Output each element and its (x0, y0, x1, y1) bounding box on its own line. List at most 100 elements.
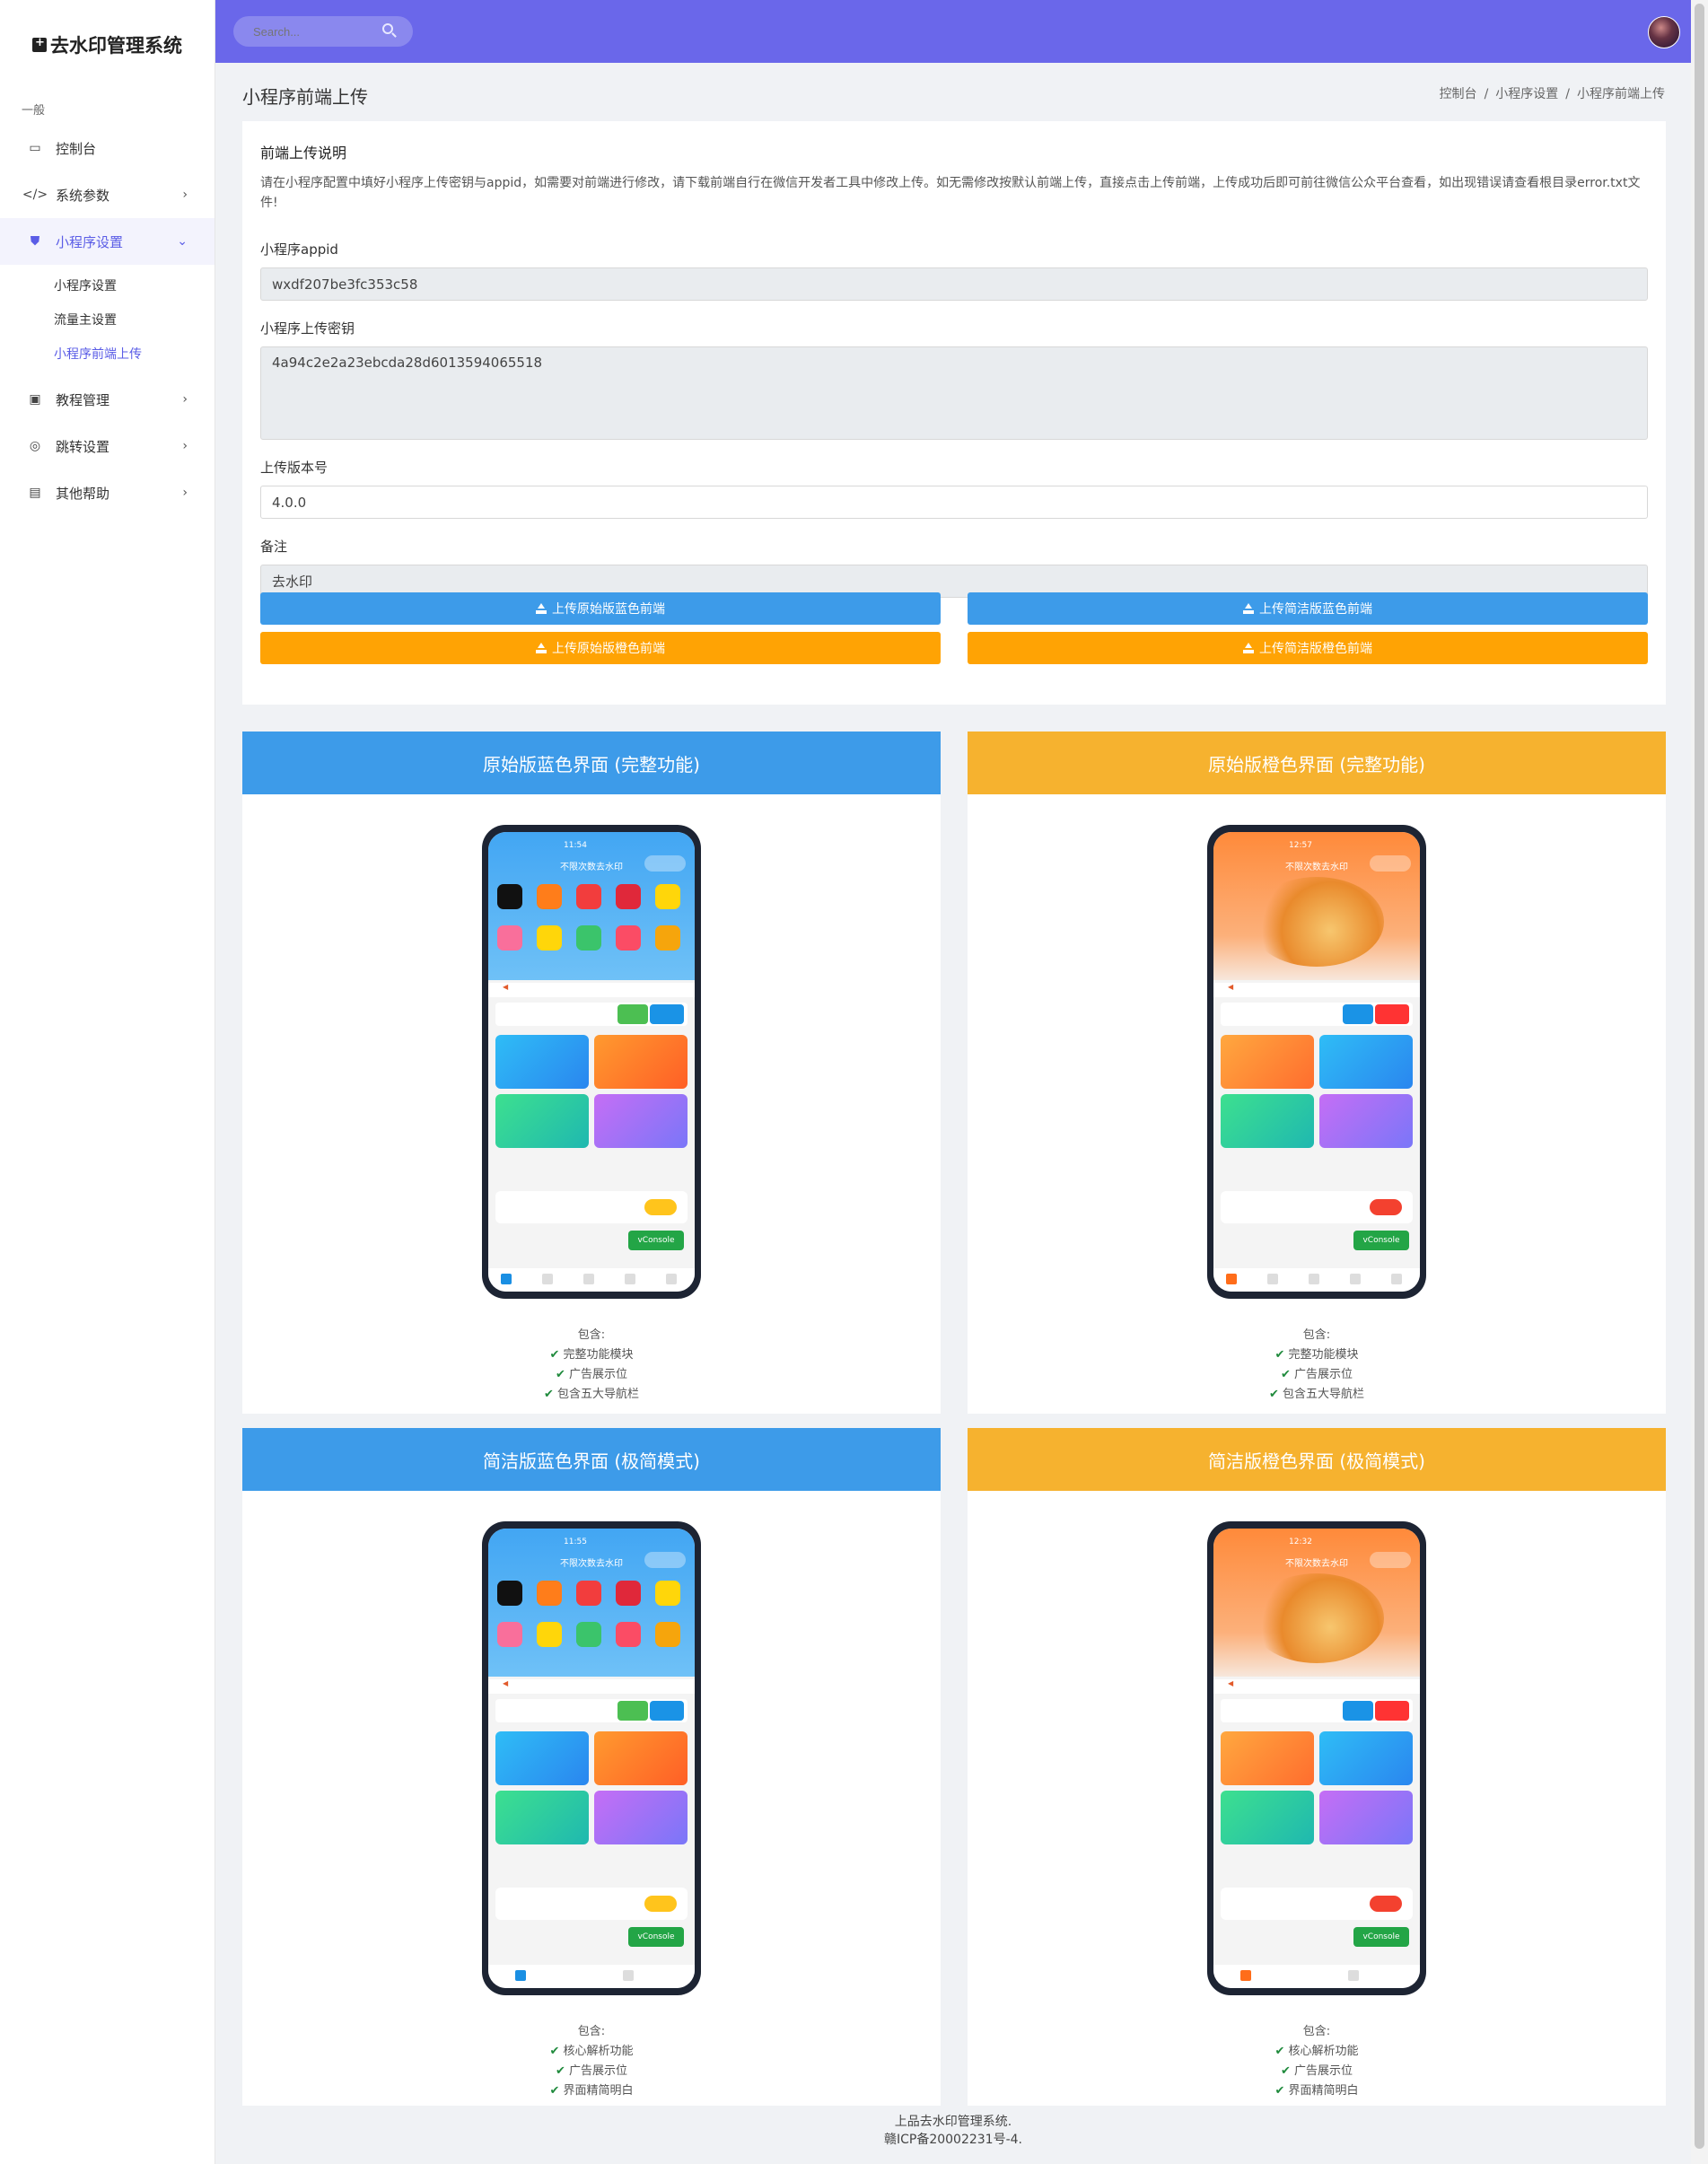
share-button (644, 1199, 677, 1215)
upload-icon (536, 603, 547, 614)
vconsole-button: vConsole (628, 1927, 684, 1947)
tab-bar (1213, 1965, 1420, 1988)
upload-simple-orange-button[interactable]: 上传简洁版橙色前端 (968, 632, 1648, 664)
vconsole-button: vConsole (628, 1231, 684, 1250)
check-icon: ✔ (544, 1388, 554, 1401)
preview-title: 原始版橙色界面 (完整功能) (968, 732, 1666, 794)
link-input-bar (1221, 1699, 1413, 1722)
menu-group-label: 一般 (22, 104, 46, 118)
feature-tiles (1221, 1731, 1413, 1844)
share-button (1370, 1199, 1402, 1215)
capsule-menu-icon (1370, 1552, 1411, 1568)
search-icon[interactable] (382, 23, 393, 34)
sidebar-item-label: 系统参数 (56, 187, 110, 204)
feature-tiles (495, 1035, 688, 1148)
sidebar-item-other-help[interactable]: ▤ 其他帮助 › (0, 469, 215, 516)
preview-body: 11:54 不限次数去水印 ◀ vConsole 包含: ✔ 完整功能模块 ✔ 广告展示… (242, 794, 941, 1414)
ad-banner: ◀ (488, 1679, 695, 1694)
link-input-bar (1221, 1003, 1413, 1026)
brand[interactable]: 去水印管理系统 (0, 0, 215, 90)
includes-label: 包含: (1302, 2025, 1331, 2038)
submenu-item-traffic-settings[interactable]: 流量主设置 (0, 302, 215, 337)
vconsole-button: vConsole (1353, 1231, 1409, 1250)
preview-card: 原始版蓝色界面 (完整功能) 11:54 不限次数去水印 ◀ vConsole (242, 732, 941, 1414)
version-label: 上传版本号 (260, 460, 328, 476)
submenu-item-frontend-upload[interactable]: 小程序前端上传 (0, 337, 215, 371)
parse-button (1375, 1004, 1409, 1024)
sidebar-item-redirect-settings[interactable]: ◎ 跳转设置 › (0, 423, 215, 469)
link-input-bar (495, 1699, 688, 1722)
breadcrumb-item-current: 小程序前端上传 (1577, 87, 1665, 101)
footer: 上品去水印管理系统. 赣ICP备20002231号-4. (215, 2106, 1691, 2164)
avatar[interactable] (1648, 16, 1680, 48)
breadcrumb: 控制台 / 小程序设置 / 小程序前端上传 (1440, 84, 1665, 102)
check-icon: ✔ (549, 1348, 560, 1362)
remark-label: 备注 (260, 539, 288, 555)
scrollbar-thumb[interactable] (1695, 4, 1704, 2149)
includes-list: 包含: ✔ 核心解析功能 ✔ 广告展示位 ✔ 界面精简明白 (242, 2022, 941, 2101)
includes-item: ✔ 广告展示位 (556, 2064, 627, 2078)
preview-card: 简洁版橙色界面 (极简模式) 12:32 不限次数去水印 ◀ vConsole (968, 1428, 1666, 2106)
sidebar-item-label: 教程管理 (56, 391, 110, 408)
includes-item: ✔ 广告展示位 (1281, 1368, 1353, 1381)
tab-bar (1213, 1268, 1420, 1292)
paste-button (1343, 1701, 1373, 1721)
sidebar-item-dashboard[interactable]: ▭ 控制台 (0, 125, 215, 171)
includes-label: 包含: (577, 1328, 606, 1342)
breadcrumb-item-miniprogram-settings[interactable]: 小程序设置 (1495, 87, 1558, 101)
sidebar-item-label: 控制台 (56, 140, 97, 157)
ad-banner: ◀ (488, 983, 695, 997)
breadcrumb-item-dashboard[interactable]: 控制台 (1440, 87, 1477, 101)
page-title: 小程序前端上传 (242, 86, 368, 108)
button-label: 上传原始版橙色前端 (552, 642, 665, 656)
sidebar-item-tutorials[interactable]: ▣ 教程管理 › (0, 376, 215, 423)
includes-item: ✔ 完整功能模块 (549, 1348, 634, 1362)
includes-list: 包含: ✔ 完整功能模块 ✔ 广告展示位 ✔ 包含五大导航栏 (968, 1326, 1666, 1405)
chevron-right-icon: › (182, 486, 188, 500)
sidebar-item-system-params[interactable]: </> 系统参数 › (0, 171, 215, 218)
button-label: 上传简洁版橙色前端 (1259, 642, 1372, 656)
app-icons (1249, 1573, 1384, 1663)
includes-list: 包含: ✔ 核心解析功能 ✔ 广告展示位 ✔ 界面精简明白 (968, 2022, 1666, 2101)
check-icon: ✔ (1274, 2045, 1285, 2058)
capsule-menu-icon (644, 1552, 686, 1568)
includes-item: ✔ 广告展示位 (556, 1368, 627, 1381)
preview-card: 原始版橙色界面 (完整功能) 12:57 不限次数去水印 ◀ vConsole (968, 732, 1666, 1414)
preview-title: 简洁版蓝色界面 (极简模式) (242, 1428, 941, 1491)
screen-header: 12:32 不限次数去水印 (1213, 1529, 1420, 1677)
preview-title: 简洁版橙色界面 (极简模式) (968, 1428, 1666, 1491)
footer-icp: 赣ICP备20002231号-4. (883, 2133, 1022, 2147)
status-time: 12:32 (1289, 1538, 1312, 1546)
chevron-right-icon: › (182, 188, 188, 202)
scrollbar[interactable] (1691, 0, 1708, 2164)
check-icon: ✔ (1274, 2084, 1285, 2098)
upload-original-orange-button[interactable]: 上传原始版橙色前端 (260, 632, 941, 664)
secret-label: 小程序上传密钥 (260, 320, 355, 337)
sidebar-item-miniprogram-settings[interactable]: ⛊ 小程序设置 ⌄ (0, 218, 215, 265)
upload-simple-blue-button[interactable]: 上传简洁版蓝色前端 (968, 592, 1648, 625)
breadcrumb-separator: / (1565, 87, 1570, 101)
version-field[interactable]: 4.0.0 (260, 486, 1648, 519)
feature-tiles (495, 1731, 688, 1844)
vconsole-button: vConsole (1353, 1927, 1409, 1947)
topbar (215, 0, 1691, 63)
sidebar-item-label: 其他帮助 (56, 485, 110, 502)
check-icon: ✔ (1281, 1368, 1291, 1381)
check-icon: ✔ (1274, 1348, 1285, 1362)
ad-banner: ◀ (1213, 983, 1420, 997)
preview-card: 简洁版蓝色界面 (极简模式) 11:55 不限次数去水印 ◀ vConsole (242, 1428, 941, 2106)
secret-field[interactable]: 4a94c2e2a23ebcda28d6013594065518 (260, 346, 1648, 440)
footer-copyright: 上品去水印管理系统. (894, 2115, 1012, 2129)
chevron-down-icon: ⌄ (177, 234, 188, 249)
screen-header: 11:54 不限次数去水印 (488, 832, 695, 980)
includes-item: ✔ 广告展示位 (1281, 2064, 1353, 2078)
tab-bar (488, 1965, 695, 1988)
check-icon: ✔ (549, 2084, 560, 2098)
appid-field[interactable]: wxdf207be3fc353c58 (260, 267, 1648, 301)
includes-item: ✔ 界面精简明白 (549, 2084, 634, 2098)
includes-list: 包含: ✔ 完整功能模块 ✔ 广告展示位 ✔ 包含五大导航栏 (242, 1326, 941, 1405)
share-bar (495, 1191, 688, 1223)
submenu-item-miniprogram-settings[interactable]: 小程序设置 (0, 268, 215, 302)
tab-bar (488, 1268, 695, 1292)
upload-original-blue-button[interactable]: 上传原始版蓝色前端 (260, 592, 941, 625)
